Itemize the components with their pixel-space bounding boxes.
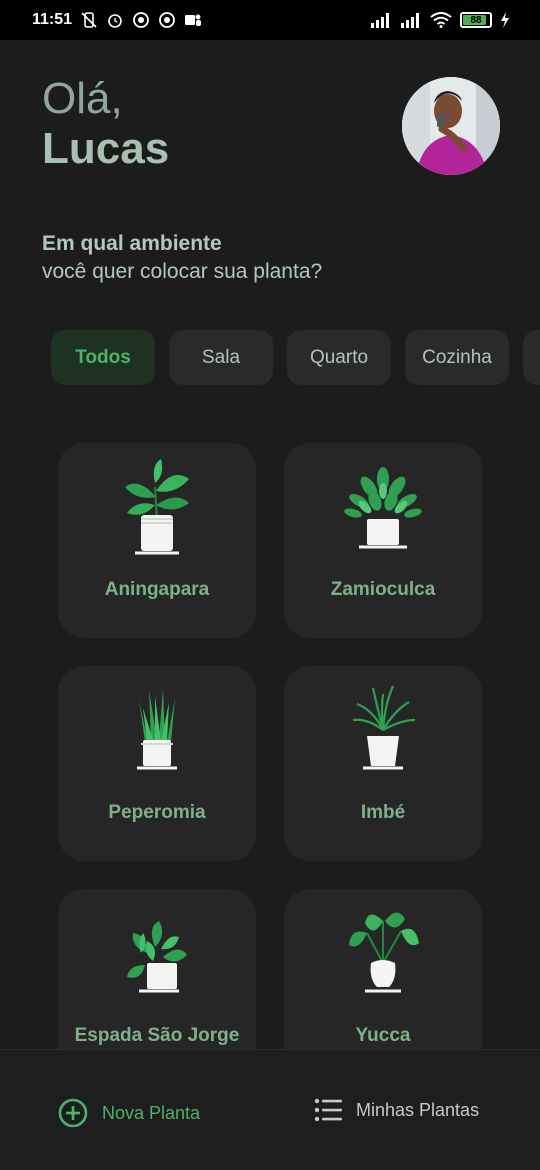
plant-snake-icon [137, 688, 177, 770]
plant-name: Imbé [360, 802, 406, 823]
status-right: 88 [370, 12, 510, 28]
plant-card-aningapara[interactable]: Aningapara [58, 443, 256, 638]
chip-cozinha[interactable]: Cozinha [405, 330, 509, 385]
my-plants-button[interactable]: Minhas Plantas [314, 1098, 479, 1122]
greeting-hello: Olá, [42, 74, 123, 123]
add-circle-icon [58, 1098, 88, 1128]
plant-name: Aningapara [104, 579, 210, 600]
plant-palm-icon [352, 685, 416, 770]
plant-card-yucca[interactable]: Yucca [284, 889, 482, 1049]
environment-prompt: Em qual ambiente você quer colocar sua p… [42, 230, 322, 286]
avatar[interactable] [402, 77, 500, 175]
charging-icon [501, 12, 509, 28]
status-time: 11:51 [32, 11, 73, 28]
status-bar: 11:51 88 [0, 0, 540, 40]
battery-icon: 88 [460, 12, 492, 28]
vibrate-off-icon [81, 12, 97, 28]
chip-todos[interactable]: Todos [51, 330, 155, 385]
chip-quarto[interactable]: Quarto [287, 330, 391, 385]
plant-card-zamioculca[interactable]: Zamioculca [284, 443, 482, 638]
signal-icon [371, 13, 389, 28]
vpn-icon [133, 12, 149, 28]
vpn-icon [159, 12, 175, 28]
bottom-navigation: Nova Planta Minhas Plantas [0, 1049, 540, 1170]
greeting: Olá, Lucas [42, 74, 169, 174]
plant-name: Yucca [355, 1025, 411, 1046]
list-icon [314, 1098, 342, 1122]
avatar-photo [402, 77, 500, 175]
plant-bushy-icon [344, 467, 422, 549]
chip-sala[interactable]: Sala [169, 330, 273, 385]
wifi-icon [430, 12, 452, 28]
plant-name: Peperomia [108, 802, 206, 823]
plant-card-espada-sao-jorge[interactable]: Espada São Jorge [58, 889, 256, 1049]
teams-icon [185, 14, 202, 26]
user-name: Lucas [42, 124, 170, 173]
environment-chip-list: Todos Sala Quarto Cozinha [51, 330, 540, 385]
plant-pothos-icon [127, 921, 187, 993]
plant-card-imbe[interactable]: Imbé [284, 666, 482, 861]
plant-grid: Aningapara Zamioculca Peperomia Imbé Esp… [58, 443, 483, 1049]
alarm-icon [108, 14, 122, 28]
new-plant-label: Nova Planta [102, 1102, 201, 1123]
battery-level: 88 [470, 14, 482, 26]
prompt-title: Em qual ambiente [42, 232, 222, 255]
plant-elephant-ear-icon [349, 912, 419, 993]
plant-card-peperomia[interactable]: Peperomia [58, 666, 256, 861]
plant-name: Espada São Jorge [74, 1025, 240, 1046]
status-left: 11:51 [32, 11, 202, 29]
chip-next[interactable] [523, 330, 540, 385]
signal-icon [401, 13, 419, 28]
prompt-subtitle: você quer colocar sua planta? [42, 260, 323, 283]
new-plant-button[interactable]: Nova Planta [58, 1098, 200, 1128]
my-plants-label: Minhas Plantas [356, 1099, 480, 1120]
environment-filter[interactable]: Todos Sala Quarto Cozinha [51, 330, 540, 386]
plant-name: Zamioculca [330, 579, 436, 600]
plant-broadleaf-icon [125, 459, 189, 555]
